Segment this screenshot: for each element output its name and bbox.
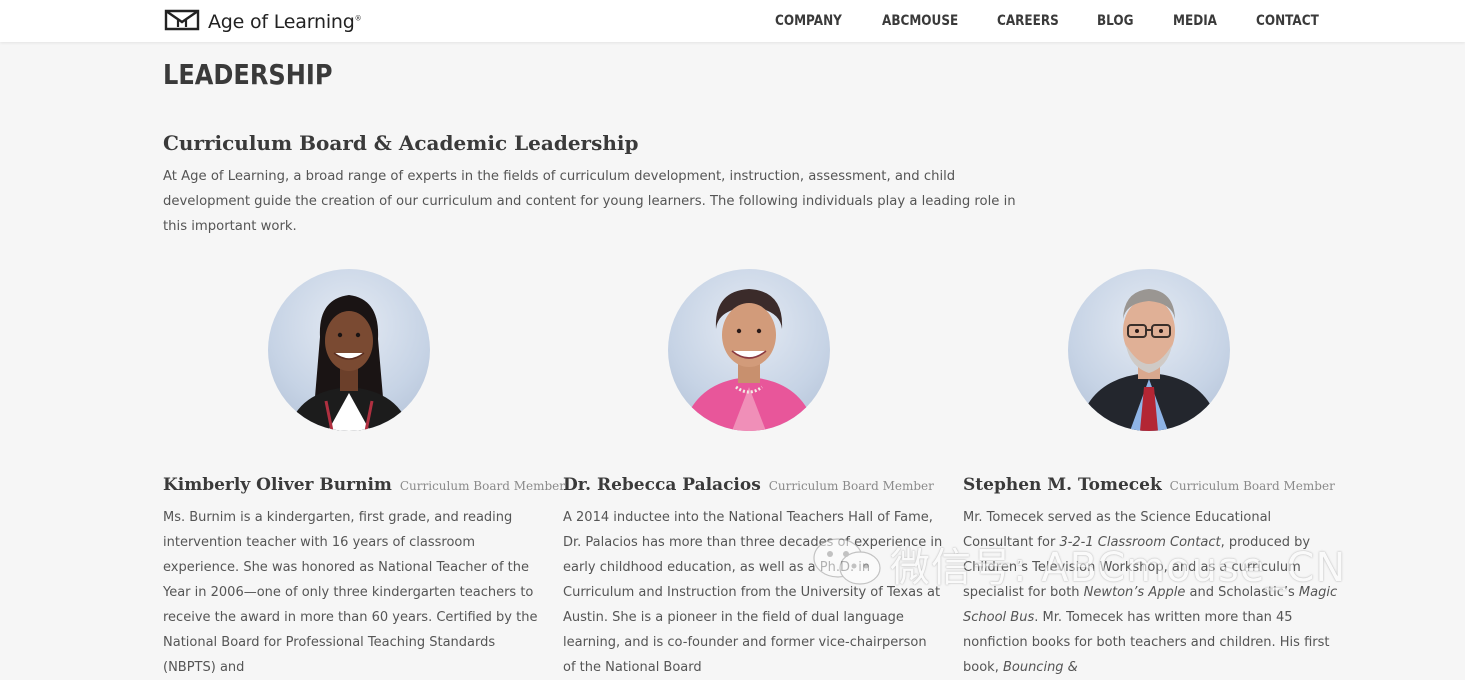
- nav-contact[interactable]: CONTACT: [1256, 13, 1319, 29]
- page-title: LEADERSHIP: [163, 58, 333, 91]
- member-bio: Mr. Tomecek served as the Science Educat…: [963, 510, 1338, 675]
- bio-title: 3-2-1 Classroom Contact: [1059, 535, 1221, 550]
- section-title: Curriculum Board & Academic Leadership: [163, 131, 639, 155]
- member-role: Curriculum Board Member: [1169, 479, 1335, 493]
- member-name: Kimberly Oliver Burnim Curriculum Board …: [163, 475, 565, 495]
- main-nav: COMPANY ABCMOUSE CAREERS BLOG MEDIA CONT…: [0, 13, 1465, 31]
- member-role: Curriculum Board Member: [399, 479, 565, 493]
- member-photo-kimberly-burnim: [268, 269, 430, 431]
- bio-title: Newton’s Apple: [1083, 585, 1186, 600]
- member-name: Dr. Rebecca Palacios Curriculum Board Me…: [563, 475, 934, 495]
- nav-blog[interactable]: BLOG: [1097, 13, 1134, 29]
- nav-media[interactable]: MEDIA: [1173, 13, 1217, 29]
- member-bio: Ms. Burnim is a kindergarten, first grad…: [163, 510, 538, 675]
- member-photo-rebecca-palacios: [668, 269, 830, 431]
- member-name: Stephen M. Tomecek Curriculum Board Memb…: [963, 475, 1335, 495]
- nav-careers[interactable]: CAREERS: [997, 13, 1059, 29]
- top-navigation-bar: Age of Learning® COMPANY ABCMOUSE CAREER…: [0, 0, 1465, 42]
- intro-paragraph: At Age of Learning, a broad range of exp…: [163, 169, 1016, 234]
- nav-abcmouse[interactable]: ABCMOUSE: [882, 13, 958, 29]
- member-role: Curriculum Board Member: [768, 479, 934, 493]
- nav-company[interactable]: COMPANY: [775, 13, 842, 29]
- member-photo-stephen-tomecek: [1068, 269, 1230, 431]
- member-bio: A 2014 inductee into the National Teache…: [563, 510, 943, 675]
- bio-title: Bouncing &: [1002, 660, 1078, 675]
